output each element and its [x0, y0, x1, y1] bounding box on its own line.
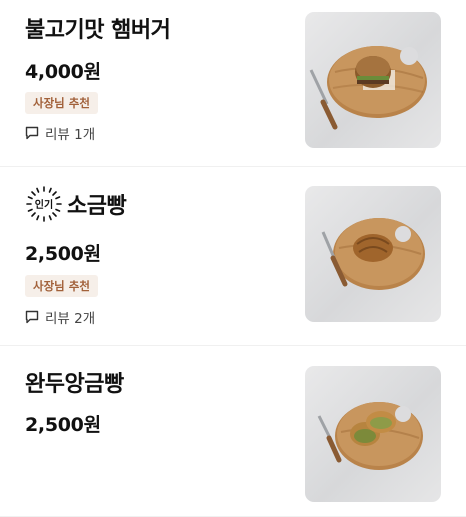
menu-item-price: 2,500원: [25, 414, 101, 436]
menu-item-title-row: 인기 소금빵: [25, 185, 127, 223]
menu-item-image[interactable]: [305, 12, 441, 148]
menu-item-title-row: 완두앙금빵: [25, 366, 124, 398]
popular-label: 인기: [35, 198, 53, 211]
speech-bubble-icon: [25, 126, 39, 140]
speech-bubble-icon: [25, 310, 39, 324]
owner-recommend-badge: 사장님 추천: [25, 275, 98, 297]
menu-item-image[interactable]: [305, 186, 441, 322]
menu-item-title-row: 불고기맛 햄버거: [25, 12, 171, 44]
menu-item-price: 2,500원: [25, 243, 101, 265]
burger-on-board-photo-icon: [309, 46, 427, 130]
menu-item[interactable]: 불고기맛 햄버거 4,000원 사장님 추천 리뷰 1개: [0, 0, 466, 167]
menu-item[interactable]: 완두앙금빵 2,500원: [0, 346, 466, 517]
popular-badge-icon: 인기: [26, 186, 62, 222]
menu-item-image[interactable]: [305, 366, 441, 502]
owner-recommend-badge: 사장님 추천: [25, 92, 98, 114]
menu-item-name: 완두앙금빵: [25, 372, 124, 397]
menu-item-name: 불고기맛 햄버거: [25, 18, 171, 43]
menu-item-name: 소금빵: [67, 194, 127, 219]
menu-item[interactable]: 인기 소금빵 2,500원 사장님 추천 리뷰 2개: [0, 167, 466, 346]
review-count-label: 리뷰 1개: [45, 127, 96, 143]
salt-bread-on-board-photo-icon: [321, 218, 425, 290]
menu-item-price: 4,000원: [25, 61, 101, 83]
pea-bean-bread-on-board-photo-icon: [317, 402, 423, 470]
review-count[interactable]: 리뷰 1개: [25, 123, 95, 143]
review-count-label: 리뷰 2개: [45, 311, 96, 327]
review-count[interactable]: 리뷰 2개: [25, 307, 95, 327]
